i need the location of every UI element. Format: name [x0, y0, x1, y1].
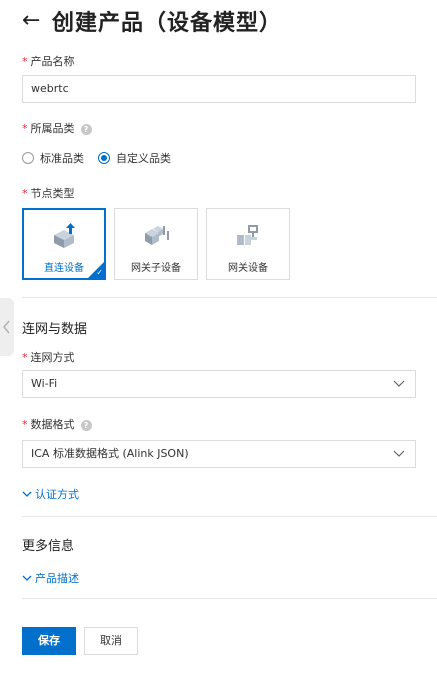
radio-circle-checked[interactable]	[98, 152, 110, 164]
radio-custom-category[interactable]: 自定义品类	[98, 150, 171, 166]
help-icon[interactable]: ?	[80, 123, 92, 135]
card-gateway-device[interactable]: 网关设备	[206, 208, 290, 280]
product-name-input[interactable]: webrtc	[22, 75, 416, 103]
required-mark: *	[22, 418, 28, 431]
card-gateway-subdevice[interactable]: 网关子设备	[114, 208, 198, 280]
connect-mode-value: Wi-Fi	[31, 377, 58, 390]
radio-label: 自定义品类	[116, 152, 171, 165]
data-format-label: * 数据格式 ?	[22, 417, 92, 433]
required-mark: *	[22, 122, 28, 135]
save-button[interactable]: 保存	[22, 627, 76, 655]
node-type-label: * 节点类型	[22, 186, 75, 202]
category-label: * 所属品类 ?	[22, 121, 92, 137]
data-format-select[interactable]: ICA 标准数据格式 (Alink JSON)	[22, 440, 416, 468]
gateway-device-icon	[237, 225, 258, 245]
card-direct-device[interactable]: 直连设备 ✓	[22, 208, 106, 280]
sidebar-collapse-handle[interactable]	[0, 298, 14, 356]
auth-method-toggle[interactable]: 认证方式	[22, 486, 79, 502]
section-title-more: 更多信息	[22, 539, 75, 554]
required-mark: *	[22, 187, 28, 200]
required-mark: *	[22, 55, 28, 68]
category-label-text: 所属品类	[30, 122, 75, 135]
direct-device-icon	[54, 223, 75, 248]
chevron-down-icon	[393, 380, 405, 387]
product-name-label: * 产品名称	[22, 54, 75, 70]
section-title-network: 连网与数据	[22, 322, 88, 337]
cancel-button[interactable]: 取消	[84, 627, 138, 655]
auth-method-link[interactable]: 认证方式	[35, 486, 79, 502]
connect-mode-label: * 连网方式	[22, 350, 75, 366]
section-divider	[22, 297, 437, 298]
product-name-value: webrtc	[31, 82, 69, 95]
chevron-down-icon	[22, 575, 32, 581]
section-divider	[22, 516, 437, 517]
radio-circle[interactable]	[22, 152, 34, 164]
category-radio-group: 标准品类 自定义品类	[22, 150, 185, 166]
card-label: 网关子设备	[131, 263, 181, 274]
page-header: ← 创建产品（设备模型）	[0, 0, 437, 46]
card-label: 网关设备	[228, 263, 268, 274]
page-title: 创建产品（设备模型）	[52, 11, 283, 36]
data-format-value: ICA 标准数据格式 (Alink JSON)	[31, 447, 189, 460]
gateway-subdevice-icon	[145, 226, 169, 245]
product-name-label-text: 产品名称	[30, 55, 75, 68]
section-divider	[22, 598, 437, 599]
connect-mode-select[interactable]: Wi-Fi	[22, 370, 416, 398]
check-icon: ✓	[96, 268, 103, 277]
radio-standard-category[interactable]: 标准品类	[22, 150, 84, 166]
node-type-label-text: 节点类型	[30, 187, 75, 200]
product-desc-link[interactable]: 产品描述	[35, 570, 79, 586]
arrow-left-icon[interactable]: ←	[22, 8, 40, 34]
chevron-down-icon	[393, 450, 405, 457]
radio-label: 标准品类	[40, 152, 84, 165]
chevron-left-icon	[3, 320, 10, 334]
required-mark: *	[22, 351, 28, 364]
product-desc-toggle[interactable]: 产品描述	[22, 570, 79, 586]
chevron-down-icon	[22, 491, 32, 497]
data-format-label-text: 数据格式	[30, 418, 75, 431]
help-icon[interactable]: ?	[80, 419, 92, 431]
node-type-cards: 直连设备 ✓ 网关子设备 网关设备	[22, 208, 290, 280]
connect-mode-label-text: 连网方式	[30, 351, 75, 364]
